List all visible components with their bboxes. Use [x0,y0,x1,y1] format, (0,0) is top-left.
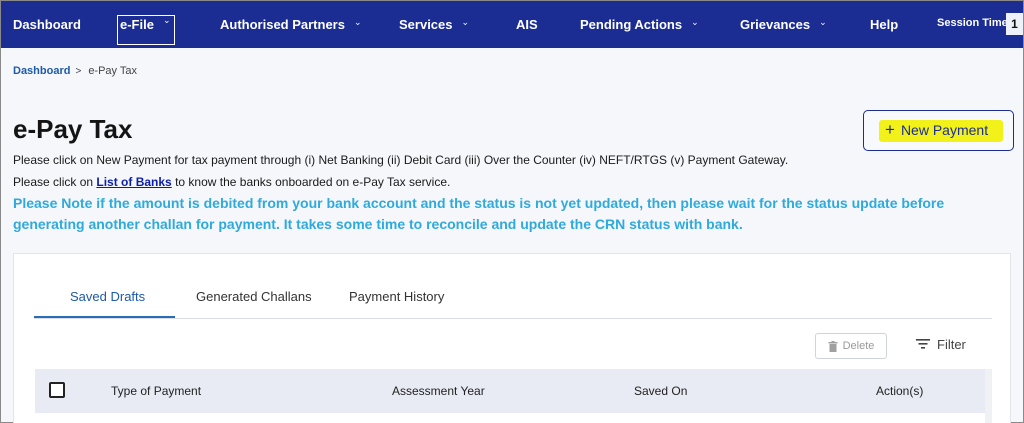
top-navigation-bar: Dashboard e-File ⌄ Authorised Partners ⌄… [1,1,1023,48]
chevron-down-icon: ⌄ [461,17,470,27]
chevron-down-icon: ⌄ [162,15,171,25]
nav-item-dashboard[interactable]: Dashboard [13,1,81,48]
column-header-saved-on: Saved On [634,384,688,398]
column-header-type-of-payment: Type of Payment [111,384,202,398]
nav-item-ais[interactable]: AIS [516,1,538,48]
active-tab-indicator [34,316,175,318]
column-header-actions: Action(s) [876,384,924,398]
nav-item-pending-actions[interactable]: Pending Actions ⌄ [580,1,699,48]
nav-item-services[interactable]: Services ⌄ [399,1,469,48]
tab-generated-challans[interactable]: Generated Challans [196,289,312,304]
status-update-note: Please Note if the amount is debited fro… [13,195,945,232]
payment-methods-info: Please click on New Payment for tax paym… [13,153,789,167]
select-all-checkbox[interactable] [49,382,65,398]
chevron-down-icon: ⌄ [819,17,827,27]
session-time-value: 1 [1006,13,1023,35]
nav-item-efile[interactable]: e-File ⌄ [120,1,171,48]
breadcrumb: Dashboard > e-Pay Tax [13,65,137,77]
breadcrumb-current: e-Pay Tax [88,65,138,77]
tabs-divider [34,318,992,319]
nav-item-help[interactable]: Help [870,1,898,48]
list-of-banks-link[interactable]: List of Banks [96,175,171,189]
tab-payment-history[interactable]: Payment History [349,289,444,304]
new-payment-label-wrap[interactable]: + New Payment [885,120,988,139]
list-of-banks-info: Please click on List of Banks to know th… [13,175,451,189]
trash-icon [828,340,838,352]
nav-item-authorised-partners[interactable]: Authorised Partners ⌄ [220,1,362,48]
column-header-assessment-year: Assessment Year [392,384,485,398]
filter-icon [916,339,930,349]
nav-item-grievances[interactable]: Grievances ⌄ [740,1,827,48]
page-title: e-Pay Tax [13,114,133,144]
chevron-down-icon: ⌄ [353,17,362,27]
delete-button[interactable]: Delete [815,333,887,359]
chevron-down-icon: ⌄ [691,17,699,27]
tab-saved-drafts[interactable]: Saved Drafts [70,289,145,304]
filter-button[interactable]: Filter [916,335,966,353]
plus-icon: + [885,120,895,139]
session-time-label: Session Time [937,17,1008,29]
breadcrumb-dashboard-link[interactable]: Dashboard [13,65,70,77]
table-scrollbar[interactable] [985,369,992,423]
breadcrumb-separator: > [75,65,82,77]
